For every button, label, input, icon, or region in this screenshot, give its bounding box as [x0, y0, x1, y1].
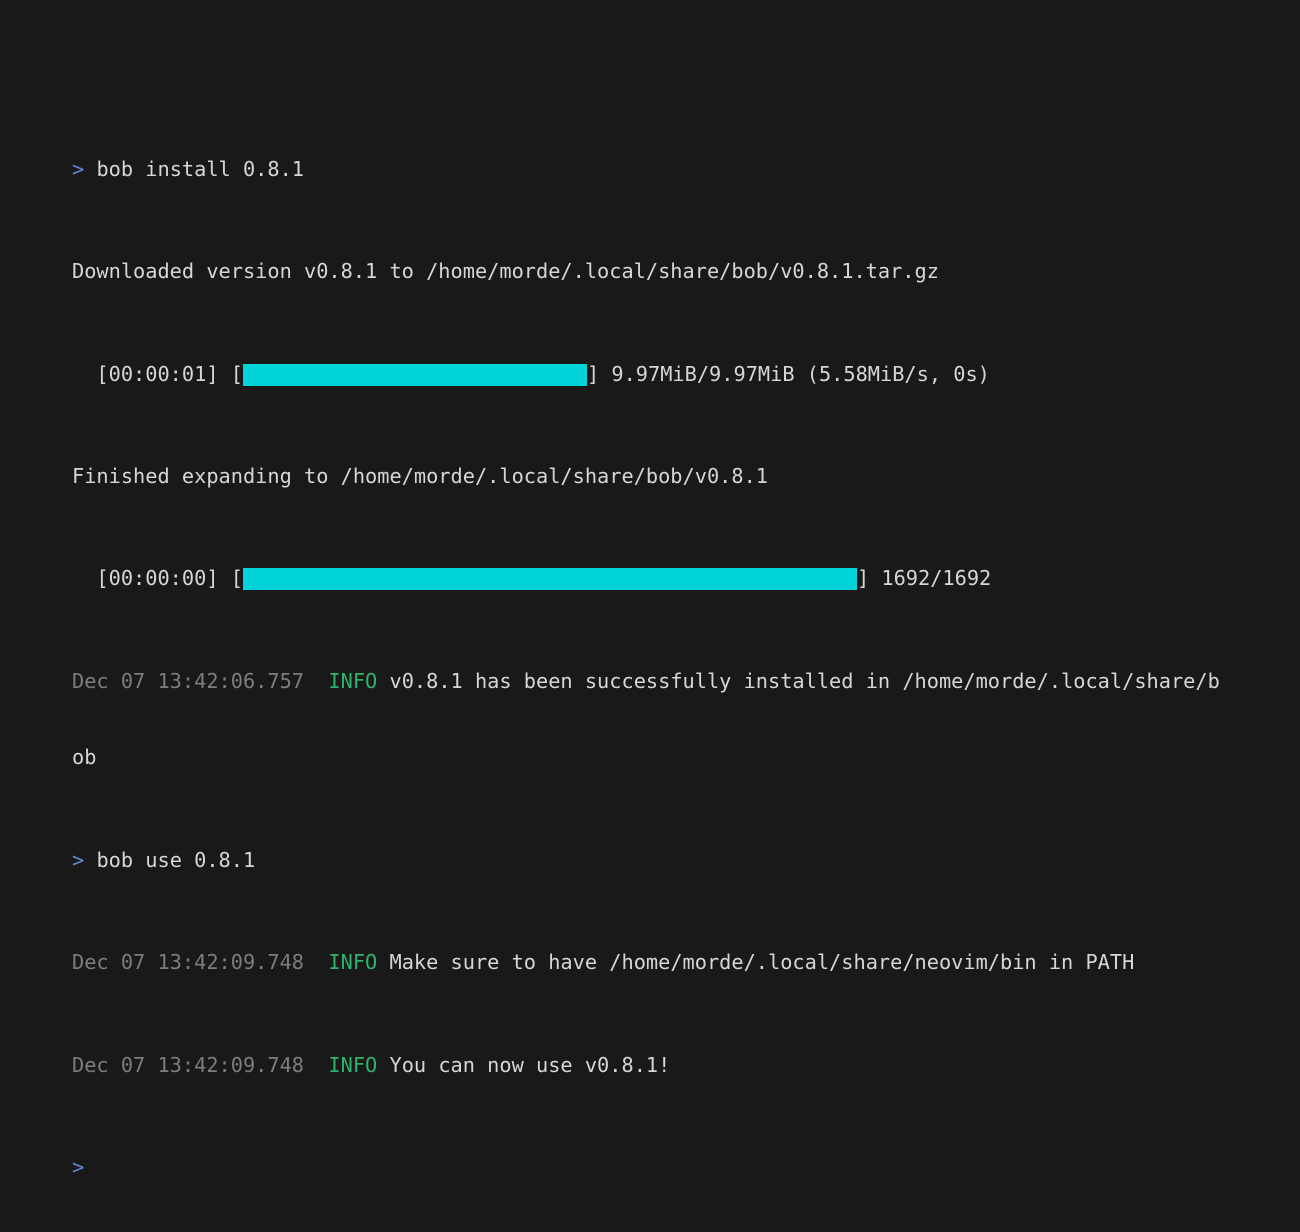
download-progress-line: [00:00:01] [ ] 9.97MiB/9.97MiB (5.58MiB/s… — [72, 362, 1272, 388]
command-text: bob use 0.8.1 — [96, 847, 256, 872]
active-prompt-line[interactable]: > — [72, 1155, 1272, 1181]
progress-elapsed: [00:00:01] [ — [72, 361, 243, 386]
log-line-installed-wrap: ob — [72, 745, 97, 770]
log-message: You can now use v0.8.1! — [389, 1052, 671, 1077]
download-message: Downloaded version v0.8.1 to /home/morde… — [72, 259, 939, 284]
expand-message: Finished expanding to /home/morde/.local… — [72, 463, 768, 488]
command-text: bob install 0.8.1 — [96, 156, 305, 181]
download-progress-bar — [242, 363, 587, 386]
command-line-use: > bob use 0.8.1 — [72, 848, 1272, 874]
prompt-chevron: > — [72, 1154, 85, 1179]
progress-stats: ] 1692/1692 — [856, 566, 992, 591]
expand-progress-bar — [242, 568, 857, 591]
log-line-installed: Dec 07 13:42:06.757 INFO v0.8.1 has been… — [72, 669, 1272, 695]
log-timestamp: Dec 07 13:42:09.748 — [72, 950, 304, 975]
log-level-info: INFO — [328, 1052, 378, 1077]
command-line-install: > bob install 0.8.1 — [72, 157, 1272, 183]
log-level-info: INFO — [328, 668, 378, 693]
log-timestamp: Dec 07 13:42:06.757 — [72, 668, 304, 693]
prompt-chevron: > — [72, 156, 85, 181]
log-level-info: INFO — [328, 950, 378, 975]
log-message: v0.8.1 has been successfully installed i… — [389, 668, 1220, 693]
progress-stats: ] 9.97MiB/9.97MiB (5.58MiB/s, 0s) — [586, 361, 990, 386]
expand-progress-line: [00:00:00] [ ] 1692/1692 — [72, 566, 1272, 592]
log-line-path: Dec 07 13:42:09.748 INFO Make sure to ha… — [72, 950, 1272, 976]
log-message: Make sure to have /home/morde/.local/sha… — [389, 950, 1135, 975]
progress-elapsed: [00:00:00] [ — [72, 566, 243, 591]
log-timestamp: Dec 07 13:42:09.748 — [72, 1052, 304, 1077]
prompt-chevron: > — [72, 847, 85, 872]
log-line-ready: Dec 07 13:42:09.748 INFO You can now use… — [72, 1053, 1272, 1079]
terminal-output[interactable]: > bob install 0.8.1 Downloaded version v… — [72, 80, 1272, 1232]
